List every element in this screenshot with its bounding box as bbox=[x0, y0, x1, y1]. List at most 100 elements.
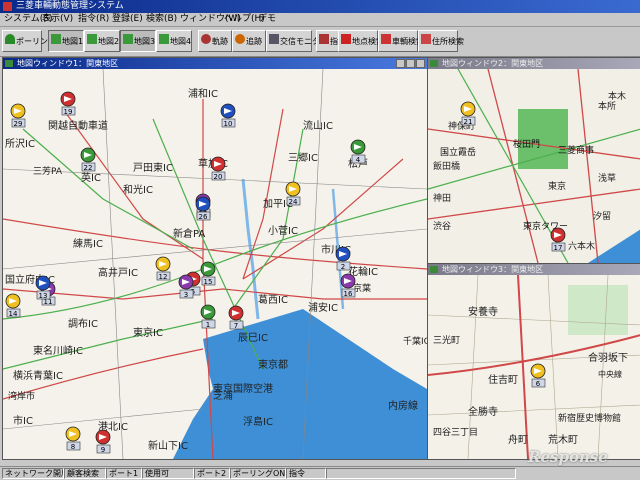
vehicle-marker[interactable]: 26 bbox=[195, 196, 211, 221]
vehicle-id: 21 bbox=[464, 118, 473, 126]
vehicle-marker[interactable]: 13 bbox=[35, 275, 51, 300]
monitor-icon bbox=[269, 34, 279, 44]
map-label: 浦和IC bbox=[188, 87, 218, 100]
vehicle-id: 15 bbox=[204, 278, 213, 286]
map-icon bbox=[51, 34, 61, 44]
map-label: 東京国際空港 bbox=[213, 382, 273, 395]
vehicle-marker[interactable]: 3 bbox=[178, 274, 194, 299]
vehicle-id: 7 bbox=[234, 322, 238, 330]
map-label: 関越自動車道 bbox=[48, 119, 108, 132]
map-label: 戸田東IC bbox=[133, 161, 173, 174]
vehicle-marker[interactable]: 14 bbox=[5, 293, 21, 318]
vehicle-id: 26 bbox=[199, 213, 208, 221]
map-label: 辰巳IC bbox=[238, 332, 268, 344]
map-label: 全勝寺 bbox=[468, 405, 498, 418]
map-label: 東京IC bbox=[133, 326, 163, 339]
map-canvas-1[interactable]: 浦和IC所沢IC関越自動車道流山IC三芳PA英IC戸田東IC草加IC三郷IC和光… bbox=[3, 69, 427, 459]
map-window-2[interactable]: 地図ウィンドウ2：関東地区 国立霞岳 三菱商事 東京タワー 桜田門 汐留 本所 飯田橋 神田浅… bbox=[427, 57, 640, 264]
map-window-1[interactable]: 地図ウィンドウ1：関東地区 浦和IC 所沢IC 関越自動車道 流山IC 三芳PA… bbox=[2, 57, 428, 460]
map3-button[interactable]: 地図3 bbox=[120, 30, 156, 52]
vehicle-marker[interactable]: 4 bbox=[350, 139, 366, 164]
vehicle-marker[interactable]: 15 bbox=[200, 261, 216, 286]
minimize-icon[interactable] bbox=[396, 59, 405, 68]
map-label: 小菅IC bbox=[268, 225, 298, 237]
address-search-button[interactable]: 住所検索 bbox=[418, 30, 464, 52]
vehicle-marker[interactable]: 2 bbox=[335, 246, 351, 271]
truck-icon bbox=[381, 34, 391, 44]
map2-button[interactable]: 地図2 bbox=[84, 30, 120, 52]
map-window-1-titlebar[interactable]: 地図ウィンドウ1：関東地区 bbox=[3, 58, 427, 69]
menu-view[interactable]: 表示(V) bbox=[42, 13, 73, 26]
map-label: 千葉IC bbox=[403, 335, 427, 347]
vehicle-id: 13 bbox=[39, 292, 48, 300]
map-window-icon bbox=[430, 266, 438, 273]
response-watermark: Response bbox=[528, 448, 608, 466]
status-polling: ポーリングON bbox=[230, 468, 286, 479]
vehicle-marker[interactable]: 7 bbox=[228, 305, 244, 330]
map-label: 新宿歴史博物館 bbox=[558, 412, 621, 424]
map-label: 内房線 bbox=[388, 399, 418, 412]
map-window-3[interactable]: 地図ウィンドウ3：関東地区 住吉町 安養寺 全勝寺 合羽坂下 舟町 荒木町新宿歴… bbox=[427, 263, 640, 460]
vehicle-marker[interactable]: 17 bbox=[550, 227, 566, 252]
vehicle-marker[interactable]: 16 bbox=[340, 273, 356, 298]
map-label: 調布IC bbox=[68, 317, 98, 330]
map-canvas-2[interactable]: 国立霞岳 三菱商事 東京タワー 桜田門 汐留 本所 飯田橋 神田 浅草 東京 渋谷 六本木 本木 神保町 … bbox=[428, 69, 640, 263]
map-label: 流山IC bbox=[303, 119, 333, 132]
vehicle-marker[interactable]: 19 bbox=[60, 91, 76, 116]
map-label: 東京都 bbox=[258, 358, 288, 371]
map-window-3-titlebar[interactable]: 地図ウィンドウ3：関東地区 bbox=[428, 264, 640, 275]
vehicle-search-button[interactable]: 車輌検索 bbox=[378, 30, 424, 52]
map1-button[interactable]: 地図1 bbox=[48, 30, 84, 52]
map4-button[interactable]: 地図4 bbox=[156, 30, 192, 52]
trajectory-button[interactable]: 軌跡 bbox=[198, 30, 232, 52]
vehicle-marker[interactable]: 1 bbox=[200, 304, 216, 329]
vehicle-marker[interactable]: 22 bbox=[80, 147, 96, 172]
menu-demo[interactable]: デモ bbox=[258, 13, 276, 26]
target-icon bbox=[235, 34, 245, 44]
vehicle-id: 22 bbox=[84, 164, 93, 172]
map-label: 和光IC bbox=[123, 183, 153, 196]
menu-register[interactable]: 登録(E) bbox=[112, 13, 143, 26]
map-icon bbox=[87, 34, 97, 44]
vehicle-marker[interactable]: 20 bbox=[210, 156, 226, 181]
close-icon[interactable] bbox=[416, 59, 425, 68]
location-search-button[interactable]: 地点検索 bbox=[338, 30, 384, 52]
map-label: 汐留 bbox=[593, 210, 611, 222]
app-title: 三菱車輛動態管理システム bbox=[16, 1, 124, 11]
map-label: 新山下IC bbox=[148, 439, 188, 452]
map-icon bbox=[159, 34, 169, 44]
vehicle-marker[interactable]: 21 bbox=[460, 101, 476, 126]
vehicle-marker[interactable]: 8 bbox=[65, 426, 81, 451]
map-label: 市IC bbox=[13, 414, 33, 427]
map-label: 新倉PA bbox=[173, 227, 205, 240]
tracking-button[interactable]: 追跡 bbox=[232, 30, 266, 52]
application-window: 三菱車輛動態管理システム システム(S) 表示(V) 指令(R) 登録(E) 検… bbox=[0, 0, 640, 480]
vehicle-id: 14 bbox=[9, 310, 18, 318]
title-bar[interactable]: 三菱車輛動態管理システム bbox=[0, 0, 640, 13]
map-window-icon bbox=[5, 60, 13, 67]
map-label: 葛西IC bbox=[258, 293, 288, 306]
vehicle-marker[interactable]: 6 bbox=[530, 363, 546, 388]
house-icon bbox=[421, 34, 431, 44]
maximize-icon[interactable] bbox=[406, 59, 415, 68]
map-label: 桜田門 bbox=[513, 138, 540, 150]
map-label: 三菱商事 bbox=[558, 144, 594, 156]
status-network: ネットワーク開局 bbox=[2, 468, 64, 479]
menu-search[interactable]: 検索(B) bbox=[146, 13, 177, 26]
vehicle-marker[interactable]: 10 bbox=[220, 103, 236, 128]
map-label: 中央線 bbox=[598, 369, 622, 379]
map-label: 浦安IC bbox=[308, 301, 338, 314]
status-command: 指令 bbox=[286, 468, 326, 479]
polling-button[interactable]: ポーリング bbox=[2, 30, 56, 52]
menu-command[interactable]: 指令(R) bbox=[78, 13, 109, 26]
vehicle-id: 10 bbox=[224, 120, 233, 128]
comm-monitor-button[interactable]: 交信モニタ bbox=[266, 30, 320, 52]
map-canvas-3[interactable]: 住吉町 安養寺 全勝寺 合羽坂下 舟町 荒木町 新宿歴史博物館 四谷三丁目 中央線 三光町 6 bbox=[428, 275, 640, 459]
vehicle-marker[interactable]: 9 bbox=[95, 429, 111, 454]
map-window-2-titlebar[interactable]: 地図ウィンドウ2：関東地区 bbox=[428, 58, 640, 69]
vehicle-marker[interactable]: 29 bbox=[10, 103, 26, 128]
vehicle-marker[interactable]: 12 bbox=[155, 256, 171, 281]
map-label: 三光町 bbox=[433, 334, 460, 346]
map-label: 練馬IC bbox=[73, 237, 103, 250]
vehicle-marker[interactable]: 24 bbox=[285, 181, 301, 206]
